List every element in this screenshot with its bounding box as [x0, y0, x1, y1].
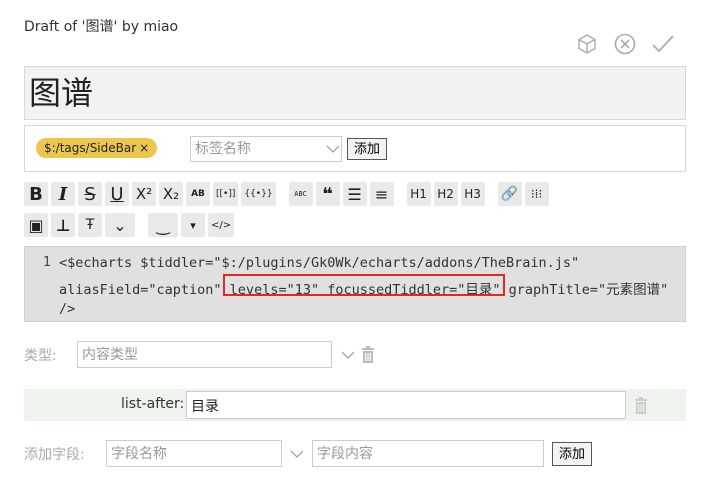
checkmark-icon[interactable] [650, 31, 676, 57]
code-line: <$echarts $tiddler="$:/plugins/Gk0Wk/ech… [59, 255, 580, 271]
text-size-icon[interactable]: Ŧ [78, 213, 102, 237]
more-chevron-icon[interactable]: ⌄ [105, 213, 135, 237]
stamp-icon[interactable]: ⊥ [51, 213, 75, 237]
heading1-button[interactable]: H1 [406, 182, 431, 206]
trash-icon[interactable] [634, 397, 648, 419]
picture-icon[interactable]: ▣ [24, 213, 48, 237]
preview-dropdown-icon[interactable]: ▾ [181, 213, 205, 237]
add-field-button[interactable]: 添加 [552, 442, 593, 466]
tags-editor: $:/tags/SideBar× 添加 [24, 125, 686, 172]
heading3-button[interactable]: H3 [460, 182, 485, 206]
type-label: 类型: [24, 348, 57, 364]
cube-icon[interactable] [574, 31, 600, 57]
italic-button[interactable]: I [51, 182, 75, 206]
toolbar-row-1: B I S U X² X₂ AB [[•]] {{•}} ABC ❝ ☰ ≡ H… [24, 180, 552, 208]
code-line: /> [59, 301, 76, 317]
code-icon[interactable]: </> [208, 213, 235, 237]
highlight-annotation-box [223, 274, 505, 296]
preview-icon[interactable]: ‿ [148, 213, 178, 237]
heading2-button[interactable]: H2 [433, 182, 458, 206]
transclude-button[interactable]: [[•]] [213, 182, 239, 206]
number-list-button[interactable]: ≡ [369, 182, 394, 206]
chevron-down-icon[interactable] [338, 345, 358, 369]
cancel-circle-icon[interactable] [612, 31, 638, 57]
list-after-input[interactable]: 目录 [186, 391, 626, 419]
text-editor[interactable]: 1 <$echarts $tiddler="$:/plugins/Gk0Wk/e… [24, 246, 686, 322]
link-icon[interactable]: 🔗 [497, 182, 522, 206]
add-tag-button[interactable]: 添加 [347, 138, 388, 160]
field-name-input[interactable] [106, 440, 282, 467]
bullet-list-button[interactable]: ☰ [342, 182, 367, 206]
monospace-block-button[interactable]: ABC [288, 182, 313, 206]
trash-icon[interactable] [361, 346, 375, 368]
header-actions [574, 29, 676, 59]
type-input[interactable] [77, 341, 332, 368]
tag-remove-button[interactable]: × [139, 141, 149, 155]
bold-button[interactable]: B [24, 182, 48, 206]
chevron-down-icon[interactable] [287, 444, 307, 468]
superscript-button[interactable]: X² [132, 182, 156, 206]
subscript-button[interactable]: X₂ [159, 182, 183, 206]
title-input[interactable]: 图谱 [24, 66, 686, 120]
line-number: 1 [43, 255, 51, 270]
strikethrough-button[interactable]: S [78, 182, 102, 206]
add-field-label: 添加字段: [24, 447, 85, 463]
chevron-down-icon[interactable] [323, 138, 343, 160]
field-row-list-after: list-after: 目录 [24, 389, 686, 421]
preview-type-icon[interactable]: ⁝⁞⁝ [524, 182, 549, 206]
toolbar-row-2: ▣ ⊥ Ŧ ⌄ ‿ ▾ </> [24, 211, 237, 239]
tag-label: $:/tags/SideBar [44, 141, 137, 155]
tag-pill[interactable]: $:/tags/SideBar × [36, 138, 158, 158]
tag-name-input[interactable] [190, 136, 342, 162]
smallcaps-button[interactable]: AB [186, 182, 210, 206]
underline-button[interactable]: U [105, 182, 129, 206]
field-value-input[interactable] [312, 440, 544, 467]
quote-button[interactable]: ❝ [315, 182, 340, 206]
field-name-label: list-after: [121, 396, 185, 412]
draft-title: Draft of '图谱' by miao [24, 19, 179, 35]
macro-button[interactable]: {{•}} [241, 182, 276, 206]
